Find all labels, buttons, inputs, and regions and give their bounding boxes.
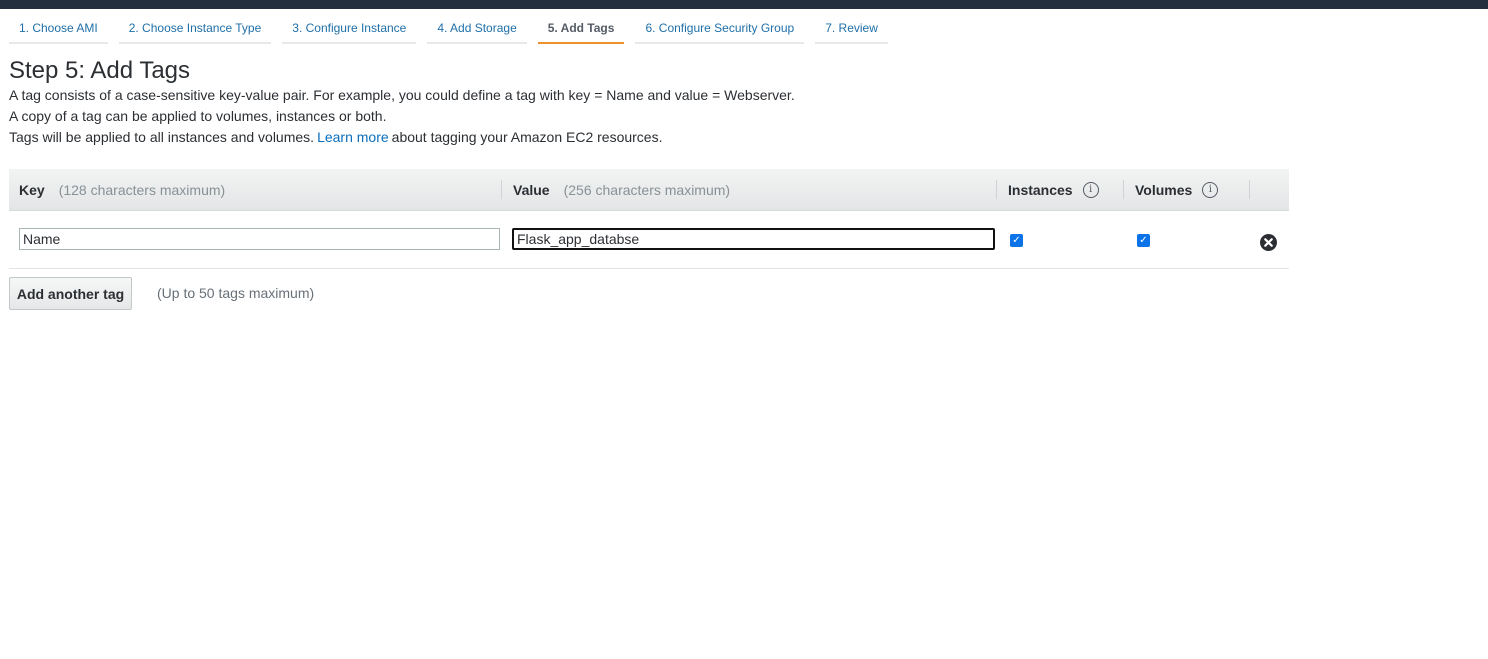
info-icon[interactable]: i	[1202, 181, 1219, 198]
step-add-storage[interactable]: 4. Add Storage	[427, 9, 527, 44]
info-icon[interactable]: i	[1082, 181, 1099, 198]
description-line-1: A tag consists of a case-sensitive key-v…	[9, 87, 795, 103]
volumes-column-header: Volumes i	[1135, 169, 1219, 210]
description-line-3: Tags will be applied to all instances an…	[9, 129, 662, 145]
wizard-steps: 1. Choose AMI 2. Choose Instance Type 3.…	[9, 9, 899, 45]
step-configure-security-group[interactable]: 6. Configure Security Group	[635, 9, 805, 44]
tags-table-header: Key (128 characters maximum) Value (256 …	[9, 169, 1289, 211]
close-circle-icon[interactable]	[1260, 234, 1277, 251]
volumes-header-label: Volumes	[1135, 181, 1193, 198]
key-header-hint: (128 characters maximum)	[58, 181, 226, 198]
table-row: ✓ ✓	[9, 211, 1289, 269]
column-divider	[1249, 180, 1250, 199]
key-column-header: Key (128 characters maximum)	[19, 169, 225, 210]
step-review[interactable]: 7. Review	[815, 9, 888, 44]
add-another-tag-button[interactable]: Add another tag	[9, 277, 132, 310]
description-line-3-end: about tagging your Amazon EC2 resources.	[391, 129, 663, 145]
tags-table: Key (128 characters maximum) Value (256 …	[9, 169, 1289, 269]
step-configure-instance[interactable]: 3. Configure Instance	[282, 9, 417, 44]
description-line-2: A copy of a tag can be applied to volume…	[9, 108, 387, 124]
top-navigation-bar	[0, 0, 1488, 9]
column-divider	[996, 180, 997, 199]
tags-limit-note: (Up to 50 tags maximum)	[157, 285, 315, 301]
check-icon: ✓	[1139, 235, 1148, 246]
value-header-label: Value	[513, 181, 550, 198]
learn-more-link[interactable]: Learn more	[317, 129, 389, 145]
volumes-checkbox[interactable]: ✓	[1137, 234, 1150, 247]
tag-key-input[interactable]	[19, 228, 500, 250]
instances-checkbox[interactable]: ✓	[1010, 234, 1023, 247]
page-title: Step 5: Add Tags	[9, 57, 191, 84]
step-add-tags[interactable]: 5. Add Tags	[537, 9, 625, 44]
instances-header-label: Instances	[1008, 181, 1073, 198]
step-choose-ami[interactable]: 1. Choose AMI	[9, 9, 108, 44]
column-divider	[1123, 180, 1124, 199]
instances-column-header: Instances i	[1008, 169, 1099, 210]
step-choose-instance-type[interactable]: 2. Choose Instance Type	[118, 9, 272, 44]
value-header-hint: (256 characters maximum)	[563, 181, 731, 198]
column-divider	[501, 180, 502, 199]
check-icon: ✓	[1012, 235, 1021, 246]
tag-value-input[interactable]	[512, 228, 995, 250]
value-column-header: Value (256 characters maximum)	[513, 169, 730, 210]
description-line-3-start: Tags will be applied to all instances an…	[9, 129, 315, 145]
key-header-label: Key	[19, 181, 45, 198]
